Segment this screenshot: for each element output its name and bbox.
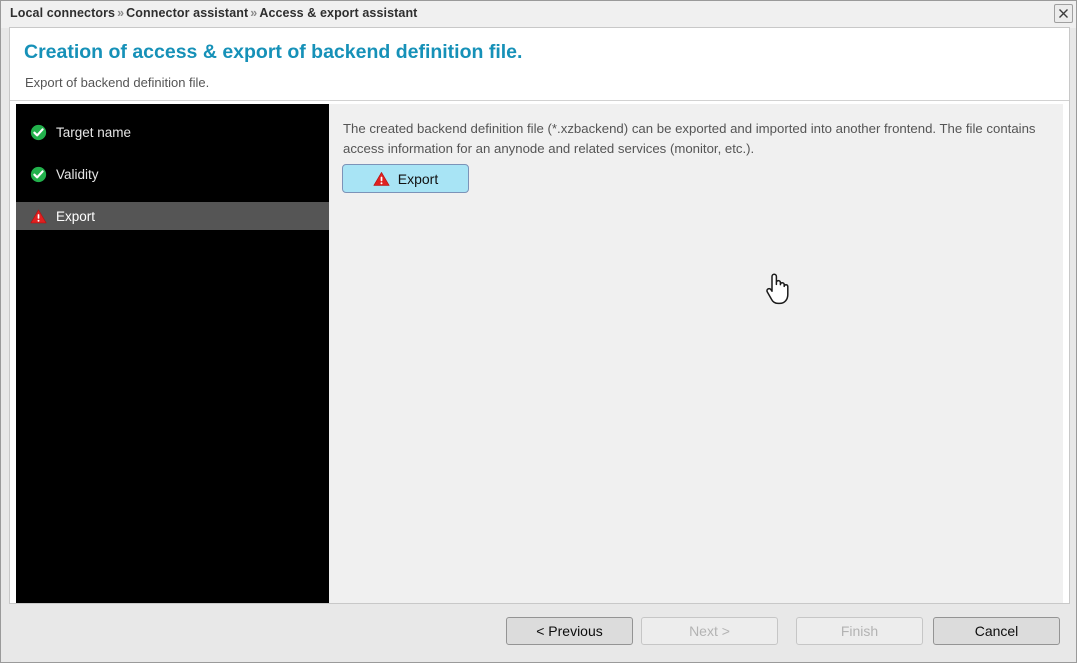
wizard-window: Local connectors» Connector assistant» Acc… (0, 0, 1077, 663)
sidebar-item-export[interactable]: Export (16, 202, 329, 230)
sidebar-item-target-name[interactable]: Target name (16, 118, 329, 146)
sidebar-item-label: Validity (56, 166, 99, 182)
check-circle-icon (30, 124, 47, 140)
page-header: Creation of access & export of backend d… (10, 28, 1069, 101)
breadcrumb-separator: » (117, 6, 125, 20)
wizard-step-sidebar: Target name Validity Export (16, 104, 329, 603)
sidebar-item-label: Target name (56, 124, 132, 140)
hand-pointer-cursor (766, 273, 789, 305)
breadcrumb-separator: » (250, 6, 258, 20)
finish-button: Finish (796, 617, 923, 645)
breadcrumb-item-access-export-assistant[interactable]: Access & export assistant (259, 6, 417, 20)
titlebar: Local connectors» Connector assistant» Acc… (1, 1, 1076, 28)
main-panel: The created backend definition file (*.x… (329, 104, 1063, 603)
wizard-footer: < Previous Next > Finish Cancel (9, 605, 1070, 655)
warning-triangle-icon (373, 171, 390, 186)
next-button: Next > (641, 617, 778, 645)
breadcrumb-item-connector-assistant[interactable]: Connector assistant (126, 6, 248, 20)
previous-button[interactable]: < Previous (506, 617, 633, 645)
body-area: Target name Validity Export The created … (10, 102, 1069, 603)
warning-triangle-icon (30, 209, 47, 223)
export-button-label: Export (397, 170, 439, 187)
page-subtitle: Export of backend definition file. (25, 75, 210, 90)
close-button[interactable] (1054, 4, 1073, 23)
page-title: Creation of access & export of backend d… (24, 41, 523, 63)
content-frame: Creation of access & export of backend d… (9, 27, 1070, 604)
export-description: The created backend definition file (*.x… (343, 121, 1036, 156)
export-button[interactable]: Export (342, 164, 469, 193)
cancel-button[interactable]: Cancel (933, 617, 1060, 645)
breadcrumb: Local connectors» Connector assistant» Acc… (10, 6, 417, 20)
check-circle-icon (30, 166, 47, 182)
close-icon (1059, 9, 1068, 18)
sidebar-item-validity[interactable]: Validity (16, 160, 329, 188)
sidebar-item-label: Export (56, 208, 96, 224)
breadcrumb-item-local-connectors[interactable]: Local connectors (10, 6, 115, 20)
